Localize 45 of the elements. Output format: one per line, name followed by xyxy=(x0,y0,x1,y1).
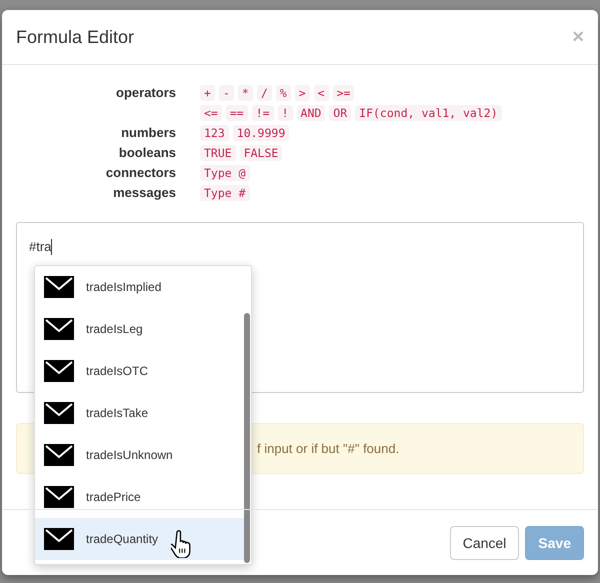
envelope-icon xyxy=(44,402,74,424)
envelope-icon xyxy=(44,486,74,508)
syntax-label: connectors xyxy=(104,164,176,182)
envelope-icon xyxy=(44,528,74,550)
syntax-token: 10.9999 xyxy=(232,125,290,141)
syntax-token: + xyxy=(200,85,215,101)
syntax-token: AND xyxy=(296,105,326,121)
syntax-token: FALSE xyxy=(240,145,282,161)
syntax-token: * xyxy=(238,85,253,101)
envelope-icon xyxy=(44,360,74,382)
syntax-label: messages xyxy=(112,184,176,202)
syntax-token: OR xyxy=(329,105,352,121)
syntax-token: 123 xyxy=(200,125,229,141)
suggestion-item[interactable]: tradeIsImplied xyxy=(35,266,245,308)
syntax-token: == xyxy=(226,105,248,121)
syntax-token: >= xyxy=(332,85,354,101)
syntax-token: != xyxy=(252,105,274,121)
dialog-title: Formula Editor xyxy=(16,26,134,48)
syntax-token: Type @ xyxy=(200,165,250,181)
envelope-icon xyxy=(44,444,74,466)
text-cursor xyxy=(51,239,52,255)
syntax-token: TRUE xyxy=(200,145,236,161)
suggestion-item[interactable]: tradeIsUnknown xyxy=(35,434,245,476)
syntax-label: numbers xyxy=(120,124,176,142)
syntax-token: <= xyxy=(200,105,222,121)
syntax-token: Type # xyxy=(200,185,250,201)
scrollbar[interactable] xyxy=(244,313,250,563)
envelope-icon xyxy=(44,318,74,340)
suggestion-item[interactable]: tradeIsTake xyxy=(35,392,245,434)
syntax-token: > xyxy=(294,85,310,101)
syntax-token: < xyxy=(314,85,329,101)
suggestion-item[interactable]: tradeIsOTC xyxy=(35,350,245,392)
syntax-token: % xyxy=(276,85,291,101)
envelope-icon xyxy=(44,276,74,298)
syntax-label: operators xyxy=(115,84,176,102)
syntax-token: / xyxy=(256,85,272,101)
suggestion-item[interactable]: tradePrice xyxy=(35,476,245,518)
warning-text: f input or if but "#" found. xyxy=(257,441,400,456)
suggestion-item[interactable]: tradeQuantity xyxy=(35,518,245,560)
syntax-token: ! xyxy=(278,105,293,121)
cancel-button[interactable]: Cancel xyxy=(450,526,520,560)
syntax-token: - xyxy=(218,85,234,101)
syntax-token: IF(cond, val1, val2) xyxy=(355,105,502,121)
suggestion-item[interactable]: tradeIsLeg xyxy=(35,308,245,350)
syntax-label: booleans xyxy=(118,144,176,162)
